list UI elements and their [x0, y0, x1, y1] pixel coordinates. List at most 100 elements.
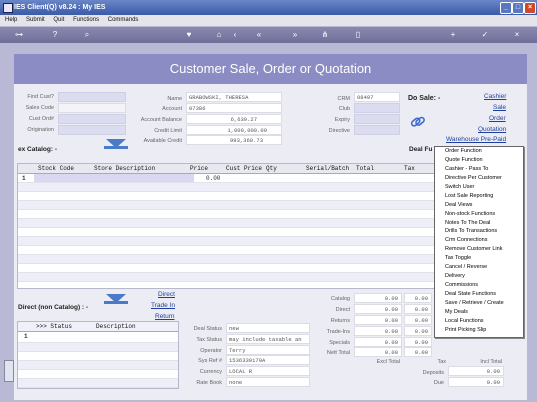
table-row[interactable]: [18, 352, 178, 361]
page-icon[interactable]: ▯: [353, 30, 363, 40]
col-description[interactable]: Description: [96, 322, 136, 331]
minimize-icon[interactable]: _: [500, 2, 512, 14]
menu-item-save-retrieve-create[interactable]: Save / Retrieve / Create: [435, 299, 523, 308]
menu-item-delivery[interactable]: Delivery: [435, 272, 523, 281]
club-label: Club: [338, 106, 350, 112]
col-cust-price[interactable]: Cust Price: [226, 164, 262, 173]
menu-item-non-stock-functions[interactable]: Non-stock Functions: [435, 210, 523, 219]
page-title: Customer Sale, Order or Quotation: [14, 54, 527, 84]
col-tax[interactable]: Tax: [404, 164, 415, 173]
table-row[interactable]: 1: [18, 332, 178, 343]
search-icon[interactable]: ⌕: [82, 30, 92, 40]
find-cust-label: Find Cust?: [27, 94, 54, 100]
table-row[interactable]: [18, 379, 178, 388]
operator-field: Terry: [226, 345, 310, 355]
heart-icon[interactable]: ♥: [184, 30, 194, 40]
nett-total-field: 0.00: [354, 347, 402, 357]
table-row[interactable]: [18, 361, 178, 370]
cashier-link[interactable]: Cashier: [484, 93, 506, 100]
menu-item-quote-function[interactable]: Quote Function: [435, 156, 523, 165]
menu-item-local-functions[interactable]: Local Functions: [435, 317, 523, 326]
col-total[interactable]: Total: [356, 164, 374, 173]
menu-item-print-picking-slip[interactable]: Print Picking Slip: [435, 326, 523, 335]
menu-item-tax-toggle[interactable]: Tax Toggle: [435, 254, 523, 263]
table-row[interactable]: [18, 370, 178, 379]
menu-item-remove-customer-link[interactable]: Remove Customer Link: [435, 245, 523, 254]
menu-item-notes-to-deal[interactable]: Notes To The Deal: [435, 219, 523, 228]
cust-ord-input[interactable]: [58, 114, 126, 124]
back-icon[interactable]: ‹: [230, 30, 240, 40]
order-link[interactable]: Order: [489, 115, 506, 122]
menu-help[interactable]: Help: [5, 17, 17, 23]
col-serial-batch[interactable]: Serial/Batch: [306, 164, 349, 173]
menu-functions[interactable]: Functions: [73, 17, 99, 23]
menu-commands[interactable]: Commands: [108, 17, 139, 23]
check-icon[interactable]: ✓: [480, 30, 490, 40]
key-icon[interactable]: ⊶: [10, 30, 28, 40]
club-field: [354, 103, 400, 113]
menu-item-my-deals[interactable]: My Deals: [435, 308, 523, 317]
crm-field: 08497: [354, 92, 400, 102]
quotation-link[interactable]: Quotation: [478, 126, 506, 133]
menu-item-cancel-reverse[interactable]: Cancel / Reverse: [435, 263, 523, 272]
title-bar: IES Client(Q) v8.24 : My IES _ □ ×: [0, 0, 537, 15]
cancel-icon[interactable]: ×: [512, 30, 522, 40]
credit-limit-label: Credit Limit: [154, 128, 182, 134]
menu-item-directive-per-customer[interactable]: Directive Per Customer: [435, 174, 523, 183]
rate-book-label: Rate Book: [196, 380, 222, 386]
rewind-icon[interactable]: «: [254, 30, 264, 40]
warehouse-prepaid-link[interactable]: Warehouse Pre-Paid: [446, 136, 506, 143]
deal-status-field: new: [226, 323, 310, 333]
link-chain-icon[interactable]: [410, 114, 426, 130]
help-icon[interactable]: ?: [50, 30, 60, 40]
direct-link[interactable]: Direct: [158, 291, 175, 298]
add-icon[interactable]: +: [448, 30, 458, 40]
catalog-label: ex Catalog: -: [18, 146, 58, 153]
col-stock-code[interactable]: Stock Code: [38, 164, 74, 173]
menu-submit[interactable]: Submit: [26, 17, 45, 23]
menu-item-deal-views[interactable]: Deal Views: [435, 201, 523, 210]
menu-item-cashier-pass-to[interactable]: Cashier - Pass To: [435, 165, 523, 174]
menu-item-order-function[interactable]: Order Function: [435, 147, 523, 156]
tax-total-label: Tax: [437, 359, 446, 365]
sale-link[interactable]: Sale: [493, 104, 506, 111]
menu-item-drills-to-transactions[interactable]: Drills To Transactions: [435, 227, 523, 236]
tree-icon[interactable]: ⋔: [320, 30, 330, 40]
menu-item-lost-sale-reporting[interactable]: Lost Sale Reporting: [435, 192, 523, 201]
maximize-icon[interactable]: □: [512, 2, 524, 14]
row-input[interactable]: [34, 174, 194, 182]
find-cust-input[interactable]: [58, 92, 126, 102]
side-tab[interactable]: [4, 360, 14, 382]
menu-quit[interactable]: Quit: [53, 17, 64, 23]
direct-label: Direct (non Catalog) : -: [18, 304, 89, 311]
home-icon[interactable]: ⌂: [214, 30, 224, 40]
origination-input[interactable]: [58, 125, 126, 135]
col-store-description[interactable]: Store Description: [94, 164, 155, 173]
col-price[interactable]: Price: [190, 164, 208, 173]
col-status[interactable]: >>> Status: [36, 322, 72, 331]
balance-label: Account Balance: [140, 117, 182, 123]
menu-item-deal-state-functions[interactable]: Deal State Functions: [435, 290, 523, 299]
direct-grid[interactable]: >>> Status Description 1: [17, 321, 179, 389]
available-credit-label: Available Credit: [143, 138, 182, 144]
forward-icon[interactable]: »: [290, 30, 300, 40]
table-row[interactable]: [18, 343, 178, 352]
sales-code-input[interactable]: [58, 103, 126, 113]
deposits-label: Deposits: [422, 370, 444, 376]
close-icon[interactable]: ×: [524, 2, 536, 14]
row-price: 0.00: [206, 175, 221, 182]
due-field: 0.00: [448, 377, 504, 387]
currency-label: Currency: [199, 369, 222, 375]
sales-code-label: Sales Code: [25, 105, 54, 111]
trade-ins-tax-field: 0.00: [404, 326, 432, 336]
menu-item-crm-connections[interactable]: Crm Connections: [435, 236, 523, 245]
nett-tax-field: 0.00: [404, 347, 432, 357]
menu-item-commissions[interactable]: Commissions: [435, 281, 523, 290]
return-link[interactable]: Return: [155, 313, 175, 320]
col-qty[interactable]: Qty: [266, 164, 277, 173]
menu-item-switch-user[interactable]: Switch User: [435, 183, 523, 192]
trade-in-link[interactable]: Trade In: [151, 302, 175, 309]
catalog-arrow-bar: [104, 146, 128, 149]
returns-total-field: 0.00: [354, 315, 402, 325]
specials-total-label: Specials: [329, 340, 350, 346]
